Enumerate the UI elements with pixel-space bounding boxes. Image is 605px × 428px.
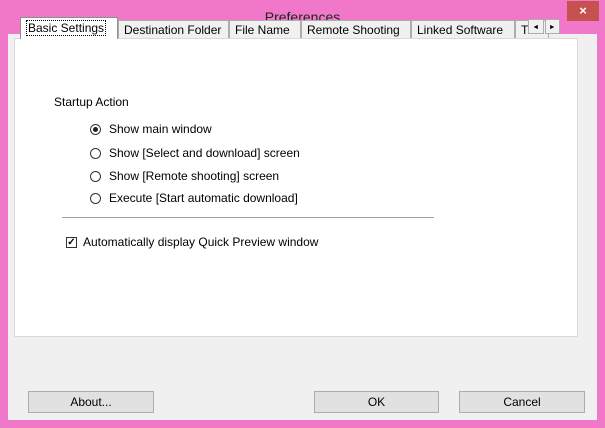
quick-preview-label: Automatically display Quick Preview wind… [83, 235, 319, 249]
tab-scroll-right-icon[interactable]: ► [544, 19, 560, 34]
tab-basic-settings[interactable]: Basic Settings [20, 17, 118, 39]
radio-execute-auto-download[interactable]: Execute [Start automatic download] [90, 190, 298, 206]
radio-button-icon[interactable] [90, 147, 101, 159]
radio-show-select-download[interactable]: Show [Select and download] screen [90, 145, 300, 161]
startup-action-label: Startup Action [54, 95, 129, 109]
radio-button-icon[interactable] [90, 192, 101, 204]
ok-button[interactable]: OK [314, 391, 439, 413]
radio-show-main-window[interactable]: Show main window [90, 121, 212, 137]
tab-panel [14, 38, 578, 337]
tab-scroll-left-icon[interactable]: ◄ [528, 19, 544, 34]
close-button[interactable]: × [567, 1, 599, 21]
radio-button-icon[interactable] [90, 123, 101, 135]
preferences-window: Preferences × Basic Settings Destination… [0, 0, 605, 428]
radio-button-icon[interactable] [90, 170, 101, 182]
radio-show-remote-shooting[interactable]: Show [Remote shooting] screen [90, 168, 279, 184]
divider [62, 217, 434, 218]
tab-scroll-arrows: ◄ ► [528, 19, 561, 35]
radio-label: Show main window [109, 122, 212, 136]
quick-preview-option[interactable]: ✓ Automatically display Quick Preview wi… [66, 235, 318, 249]
radio-label: Show [Select and download] screen [109, 146, 300, 160]
tab-linked-software[interactable]: Linked Software [411, 20, 515, 38]
tab-destination-folder[interactable]: Destination Folder [118, 20, 229, 38]
cancel-button[interactable]: Cancel [459, 391, 585, 413]
about-button[interactable]: About... [28, 391, 154, 413]
tab-label: Basic Settings [26, 20, 107, 36]
checkbox-checked-icon[interactable]: ✓ [66, 236, 77, 248]
tab-remote-shooting[interactable]: Remote Shooting [301, 20, 411, 38]
radio-label: Show [Remote shooting] screen [109, 169, 280, 183]
radio-label: Execute [Start automatic download] [109, 191, 298, 205]
tab-file-name[interactable]: File Name [229, 20, 301, 38]
